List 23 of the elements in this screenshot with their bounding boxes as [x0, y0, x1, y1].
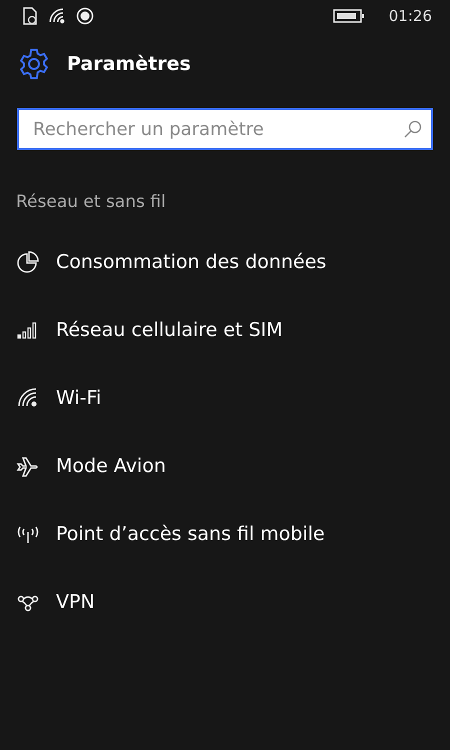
- settings-item-label: Wi-Fi: [56, 386, 102, 408]
- settings-item[interactable]: Consommation des données: [0, 245, 450, 278]
- gear-icon: [17, 47, 51, 81]
- settings-item[interactable]: Point d’accès sans fil mobile: [0, 517, 450, 550]
- settings-item-label: VPN: [56, 590, 95, 612]
- settings-item[interactable]: Wi-Fi: [0, 381, 450, 414]
- battery-icon: [332, 8, 365, 24]
- settings-item[interactable]: Mode Avion: [0, 449, 450, 482]
- search-icon[interactable]: [403, 119, 423, 139]
- settings-item-label: Point d’accès sans fil mobile: [56, 522, 325, 544]
- settings-item[interactable]: Réseau cellulaire et SIM: [0, 313, 450, 346]
- settings-item[interactable]: VPN: [0, 585, 450, 618]
- location-icon: [76, 7, 94, 25]
- settings-item-label: Mode Avion: [56, 454, 166, 476]
- section-heading: Réseau et sans fil: [16, 192, 167, 212]
- wifi-icon: [48, 7, 66, 25]
- settings-item-label: Réseau cellulaire et SIM: [56, 318, 283, 340]
- search-field[interactable]: Rechercher un paramètre: [17, 108, 433, 150]
- pie-chart-icon: [16, 250, 40, 274]
- clock-time: 01:26: [388, 7, 432, 25]
- settings-item-label: Consommation des données: [56, 250, 326, 272]
- sim-card-icon: [22, 7, 38, 25]
- page-title: Paramètres: [67, 53, 191, 75]
